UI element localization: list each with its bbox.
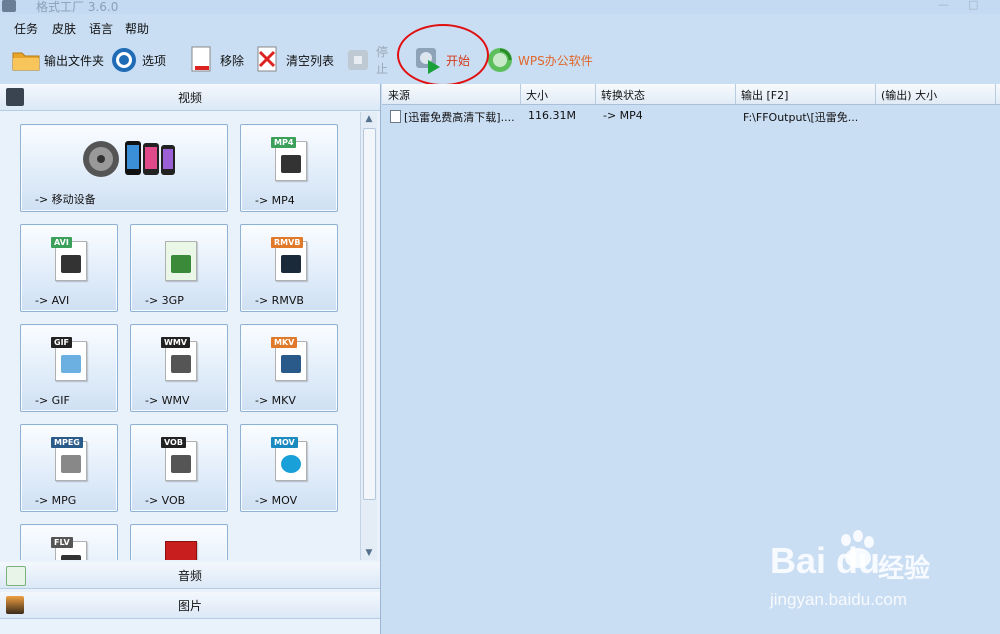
maximize-button[interactable]: □ (968, 0, 978, 11)
scroll-thumb[interactable] (363, 128, 376, 500)
vob-icon: VOB (161, 437, 197, 481)
menu-help[interactable]: 帮助 (125, 20, 149, 37)
window-title: 格式工厂 3.6.0 (36, 0, 119, 14)
toolbar: 输出文件夹 选项 移除 清空列表 停止 开始 WPS办公软件 (0, 42, 1000, 80)
task-table-header: 来源 大小 转换状态 输出 [F2] (输出) 大小 (382, 84, 1000, 105)
watermark-url: jingyan.baidu.com (770, 590, 908, 609)
row-source: [迅雷免费高清下载].... (404, 111, 515, 124)
tile-vob[interactable]: VOB -> VOB (130, 424, 228, 512)
tile-avi[interactable]: AVI -> AVI (20, 224, 118, 312)
menu-bar: 任务 皮肤 语言 帮助 (0, 16, 1000, 40)
title-bar: 格式工厂 3.6.0 — □ (0, 0, 1000, 14)
start-button[interactable]: 开始 (414, 42, 470, 78)
watermark-jingyan: 经验 (878, 554, 931, 584)
audio-category-header[interactable]: 音频 (0, 562, 380, 589)
swf-icon (161, 537, 197, 560)
mkv-icon: MKV (271, 337, 307, 381)
gif-icon: GIF (51, 337, 87, 381)
col-output-size[interactable]: (输出) 大小 (881, 87, 937, 103)
remove-button[interactable]: 移除 (188, 42, 244, 78)
avi-icon: AVI (51, 237, 87, 281)
menu-language[interactable]: 语言 (89, 20, 113, 37)
tile-mpg[interactable]: MPEG -> MPG (20, 424, 118, 512)
row-status: -> MP4 (603, 109, 643, 122)
category-scrollbar[interactable]: ▲ ▼ (360, 112, 377, 560)
stop-icon (346, 46, 372, 74)
video-category-header[interactable]: 视频 (0, 84, 380, 111)
menu-skin[interactable]: 皮肤 (52, 20, 76, 37)
clear-list-button[interactable]: 清空列表 (254, 42, 334, 78)
baidu-watermark: Bai du 经验 jingyan.baidu.com (770, 530, 980, 630)
paw-icon (836, 530, 878, 570)
mp4-icon: MP4 (271, 137, 307, 181)
mobile-devices-icon (81, 135, 177, 183)
tile-mkv[interactable]: MKV -> MKV (240, 324, 338, 412)
clear-list-icon (254, 46, 282, 74)
options-icon (110, 46, 138, 74)
col-output[interactable]: 输出 [F2] (741, 87, 788, 103)
tile-mp4[interactable]: MP4 -> MP4 (240, 124, 338, 212)
tile-mov[interactable]: MOV -> MOV (240, 424, 338, 512)
category-panel: 视频 -> 移动设备 MP4 -> MP4 AVI -> AVI -> 3GP … (0, 84, 381, 634)
tile-flv[interactable]: FLV (20, 524, 118, 560)
app-icon (2, 0, 16, 12)
row-output: F:\FFOutput\[迅雷免... (743, 111, 859, 124)
file-icon (390, 110, 401, 123)
image-category-header[interactable]: 图片 (0, 592, 380, 619)
col-source[interactable]: 来源 (388, 87, 410, 103)
tile-3gp[interactable]: -> 3GP (130, 224, 228, 312)
minimize-button[interactable]: — (938, 0, 949, 11)
tile-gif[interactable]: GIF -> GIF (20, 324, 118, 412)
tile-swf[interactable] (130, 524, 228, 560)
remove-icon (188, 46, 216, 74)
start-icon (414, 46, 442, 74)
tile-rmvb[interactable]: RMVB -> RMVB (240, 224, 338, 312)
col-status[interactable]: 转换状态 (601, 87, 645, 103)
table-row[interactable]: [迅雷免费高清下载].... 116.31M -> MP4 F:\FFOutpu… (382, 106, 1000, 126)
options-button[interactable]: 选项 (110, 42, 166, 78)
rmvb-icon: RMVB (271, 237, 307, 281)
mov-icon: MOV (271, 437, 307, 481)
tile-mobile-devices[interactable]: -> 移动设备 (20, 124, 228, 212)
col-size[interactable]: 大小 (526, 87, 548, 103)
row-size: 116.31M (528, 109, 576, 122)
video-format-grid: -> 移动设备 MP4 -> MP4 AVI -> AVI -> 3GP RMV… (8, 112, 360, 560)
scroll-down-icon[interactable]: ▼ (362, 546, 376, 560)
output-folder-button[interactable]: 输出文件夹 (12, 42, 104, 78)
wmv-icon: WMV (161, 337, 197, 381)
wps-office-button[interactable]: WPS办公软件 (486, 42, 593, 78)
tile-wmv[interactable]: WMV -> WMV (130, 324, 228, 412)
flv-icon: FLV (51, 537, 87, 560)
folder-icon (12, 46, 40, 74)
mpg-icon: MPEG (51, 437, 87, 481)
menu-task[interactable]: 任务 (14, 20, 38, 37)
3gp-icon (161, 237, 197, 281)
stop-button[interactable]: 停止 (346, 42, 394, 78)
scroll-up-icon[interactable]: ▲ (362, 112, 376, 126)
wps-icon (486, 46, 514, 74)
